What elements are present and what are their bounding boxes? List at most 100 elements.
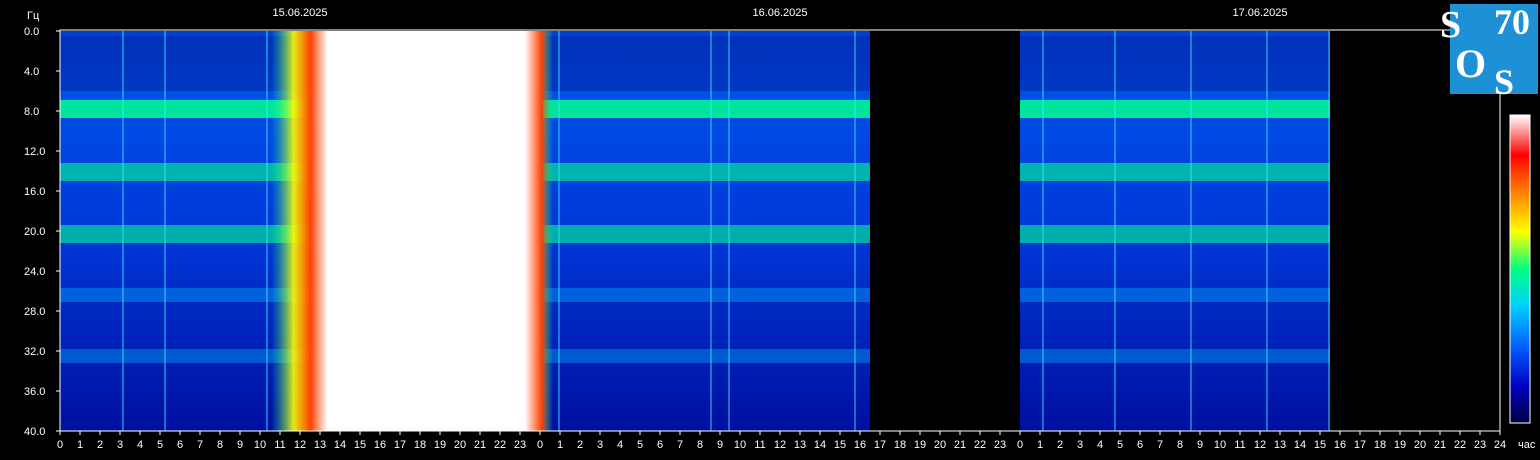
x-tick-label: 2 <box>97 439 103 451</box>
x-tick-label: 12 <box>1254 439 1266 451</box>
x-tick-label: 0 <box>537 439 543 451</box>
x-tick-label: 8 <box>217 439 223 451</box>
date-label: 15.06.2025 <box>272 7 327 19</box>
x-tick-label: 5 <box>637 439 643 451</box>
spectrogram-chart: Гц час 0.0 4.0 8.0 12.0 16.0 20.0 24.0 28.0 32.0… <box>24 7 1536 451</box>
x-tick-label: 0 <box>1017 439 1023 451</box>
x-tick-label: 3 <box>117 439 123 451</box>
x-tick-label: 3 <box>597 439 603 451</box>
impulse-streak <box>1266 31 1268 431</box>
x-tick-label: 12 <box>294 439 306 451</box>
x-tick-label: 10 <box>254 439 266 451</box>
x-tick-label: 16 <box>374 439 386 451</box>
x-tick-label: 20 <box>934 439 946 451</box>
sos70-logo: S 70 O S <box>1438 4 1538 100</box>
x-tick-label: 7 <box>677 439 683 451</box>
y-tick-label: 8.0 <box>24 106 39 118</box>
impulse-streak <box>1190 31 1192 431</box>
x-tick-label: 22 <box>1454 439 1466 451</box>
x-tick-label: 16 <box>854 439 866 451</box>
resonance-band <box>1020 100 1330 118</box>
y-axis-label: Гц <box>27 10 40 22</box>
impulse-streak <box>164 31 166 431</box>
x-tick-label: 22 <box>974 439 986 451</box>
x-tick-label: 13 <box>1274 439 1286 451</box>
x-tick-label: 4 <box>1097 439 1103 451</box>
x-tick-label: 5 <box>157 439 163 451</box>
x-tick-label: 21 <box>954 439 966 451</box>
x-tick-label: 5 <box>1117 439 1123 451</box>
x-tick-label: 8 <box>697 439 703 451</box>
x-tick-label: 7 <box>1157 439 1163 451</box>
x-tick-label: 15 <box>1314 439 1326 451</box>
logo-letter-s2: S <box>1494 62 1515 102</box>
x-tick-label: 6 <box>1137 439 1143 451</box>
x-tick-label: 19 <box>1394 439 1406 451</box>
x-tick-label: 9 <box>717 439 723 451</box>
x-axis-label: час <box>1518 439 1536 451</box>
x-tick-label: 23 <box>514 439 526 451</box>
resonance-band <box>1020 163 1330 181</box>
date-label: 17.06.2025 <box>1232 7 1287 19</box>
plot-area <box>60 31 1500 431</box>
x-tick-label: 2 <box>577 439 583 451</box>
x-tick-label: 18 <box>414 439 426 451</box>
y-tick-label: 4.0 <box>24 66 39 78</box>
x-tick-label: 0 <box>57 439 63 451</box>
x-tick-label: 7 <box>197 439 203 451</box>
impulse-streak <box>266 31 268 431</box>
x-tick-label: 13 <box>314 439 326 451</box>
x-tick-label: 9 <box>1197 439 1203 451</box>
x-tick-label: 20 <box>454 439 466 451</box>
impulse-streak <box>710 31 712 431</box>
impulse-streak <box>1114 31 1116 431</box>
x-tick-label: 4 <box>137 439 143 451</box>
date-label: 16.06.2025 <box>752 7 807 19</box>
x-tick-label: 4 <box>617 439 623 451</box>
x-tick-label: 21 <box>1434 439 1446 451</box>
x-tick-label: 24 <box>1494 439 1506 451</box>
logo-letter-o: O <box>1455 41 1487 86</box>
x-tick-label: 9 <box>237 439 243 451</box>
y-tick-label: 12.0 <box>24 146 45 158</box>
x-tick-label: 2 <box>1057 439 1063 451</box>
y-tick-label: 40.0 <box>24 426 45 438</box>
x-tick-label: 15 <box>834 439 846 451</box>
impulse-streak <box>558 31 560 431</box>
x-tick-label: 14 <box>814 439 826 451</box>
impulse-streak <box>122 31 124 431</box>
no-data-gap <box>870 31 1020 431</box>
colorbar <box>1509 114 1531 424</box>
impulse-streak <box>1328 31 1330 431</box>
y-tick-label: 16.0 <box>24 186 45 198</box>
x-tick-label: 13 <box>794 439 806 451</box>
x-tick-label: 17 <box>874 439 886 451</box>
x-tick-label: 18 <box>894 439 906 451</box>
x-tick-label: 11 <box>274 439 285 451</box>
resonance-band <box>1020 288 1330 302</box>
x-tick-label: 23 <box>994 439 1006 451</box>
logo-number-70: 70 <box>1494 2 1530 42</box>
y-tick-label: 20.0 <box>24 226 45 238</box>
x-tick-label: 10 <box>734 439 746 451</box>
x-tick-label: 20 <box>1414 439 1426 451</box>
saturation-region <box>271 31 553 431</box>
y-tick-label: 36.0 <box>24 386 45 398</box>
x-tick-label: 6 <box>657 439 663 451</box>
x-tick-label: 23 <box>1474 439 1486 451</box>
x-tick-label: 14 <box>1294 439 1306 451</box>
x-tick-label: 1 <box>557 439 563 451</box>
x-tick-label: 3 <box>1077 439 1083 451</box>
x-tick-label: 14 <box>334 439 346 451</box>
x-axis-ticks: 0 1 2 3 4 5 6 7 8 9 10 11 12 13 14 15 16 17 18 19 20 21 22 23 0 1… <box>57 431 1506 451</box>
x-tick-label: 16 <box>1334 439 1346 451</box>
x-tick-label: 19 <box>434 439 446 451</box>
x-tick-label: 10 <box>1214 439 1226 451</box>
x-tick-label: 15 <box>354 439 366 451</box>
x-tick-label: 18 <box>1374 439 1386 451</box>
y-tick-label: 24.0 <box>24 266 45 278</box>
y-tick-label: 28.0 <box>24 306 45 318</box>
x-tick-label: 21 <box>474 439 486 451</box>
date-labels: 15.06.2025 16.06.2025 17.06.2025 <box>272 7 1287 19</box>
y-tick-label: 0.0 <box>24 26 39 38</box>
